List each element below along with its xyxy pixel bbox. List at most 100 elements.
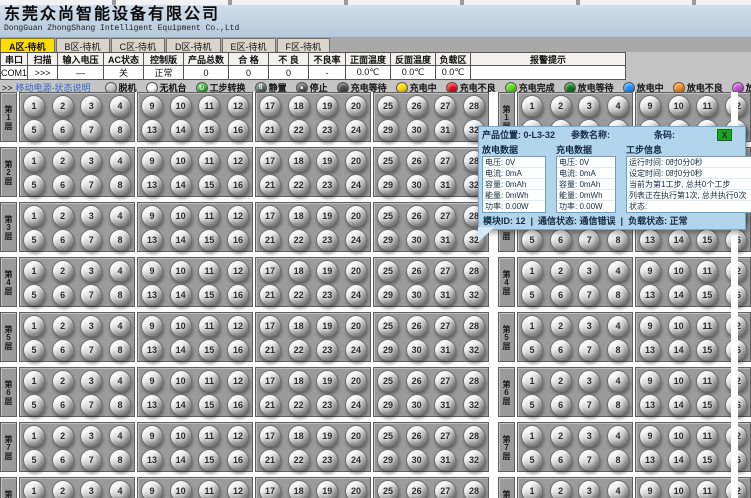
battery-cell[interactable]: 21: [259, 394, 281, 416]
battery-cell[interactable]: 5: [23, 119, 45, 141]
battery-cell[interactable]: 29: [377, 284, 399, 306]
battery-cell[interactable]: 27: [434, 205, 456, 227]
battery-cell[interactable]: 12: [227, 480, 249, 498]
battery-cell[interactable]: 2: [52, 425, 74, 447]
battery-cell[interactable]: 9: [141, 260, 163, 282]
battery-cell[interactable]: 4: [109, 370, 131, 392]
battery-cell[interactable]: 30: [406, 339, 428, 361]
battery-cell[interactable]: 26: [406, 425, 428, 447]
battery-cell[interactable]: 13: [639, 394, 661, 416]
battery-cell[interactable]: 3: [80, 425, 102, 447]
battery-cell[interactable]: 23: [316, 174, 338, 196]
battery-cell[interactable]: 15: [198, 394, 220, 416]
battery-cell[interactable]: 2: [550, 480, 572, 498]
battery-cell[interactable]: 18: [288, 205, 310, 227]
battery-cell[interactable]: 7: [80, 229, 102, 251]
battery-cell[interactable]: 12: [227, 205, 249, 227]
battery-cell[interactable]: 7: [80, 284, 102, 306]
battery-cell[interactable]: 21: [259, 339, 281, 361]
battery-cell[interactable]: 20: [345, 95, 367, 117]
battery-cell[interactable]: 5: [23, 174, 45, 196]
battery-cell[interactable]: 15: [198, 449, 220, 471]
battery-cell[interactable]: 2: [52, 95, 74, 117]
battery-cell[interactable]: 13: [141, 119, 163, 141]
battery-cell[interactable]: 10: [170, 260, 192, 282]
battery-cell[interactable]: 9: [639, 260, 661, 282]
battery-cell[interactable]: 6: [550, 284, 572, 306]
battery-cell[interactable]: 17: [259, 205, 281, 227]
battery-cell[interactable]: 4: [607, 425, 629, 447]
battery-cell[interactable]: 7: [578, 229, 600, 251]
battery-cell[interactable]: 9: [141, 205, 163, 227]
battery-cell[interactable]: 11: [696, 480, 718, 498]
battery-cell[interactable]: 25: [377, 150, 399, 172]
battery-cell[interactable]: 3: [578, 95, 600, 117]
battery-cell[interactable]: 11: [696, 260, 718, 282]
battery-cell[interactable]: 28: [463, 95, 485, 117]
battery-cell[interactable]: 16: [227, 394, 249, 416]
battery-cell[interactable]: 7: [80, 339, 102, 361]
tab-zone-d[interactable]: D区-待机: [166, 38, 221, 52]
battery-cell[interactable]: 31: [434, 339, 456, 361]
battery-cell[interactable]: 7: [578, 394, 600, 416]
battery-cell[interactable]: 9: [141, 315, 163, 337]
battery-cell[interactable]: 6: [52, 174, 74, 196]
battery-cell[interactable]: 21: [259, 229, 281, 251]
battery-cell[interactable]: 15: [198, 339, 220, 361]
battery-cell[interactable]: 1: [521, 260, 543, 282]
battery-cell[interactable]: 19: [316, 315, 338, 337]
battery-cell[interactable]: 1: [521, 480, 543, 498]
battery-cell[interactable]: 3: [80, 480, 102, 498]
battery-cell[interactable]: 9: [639, 425, 661, 447]
battery-cell[interactable]: 10: [170, 205, 192, 227]
battery-cell[interactable]: 12: [227, 370, 249, 392]
battery-cell[interactable]: 8: [109, 339, 131, 361]
battery-cell[interactable]: 11: [198, 315, 220, 337]
battery-cell[interactable]: 24: [345, 229, 367, 251]
battery-cell[interactable]: 30: [406, 174, 428, 196]
battery-cell[interactable]: 7: [578, 339, 600, 361]
battery-cell[interactable]: 17: [259, 480, 281, 498]
battery-cell[interactable]: 4: [607, 315, 629, 337]
battery-cell[interactable]: 24: [345, 449, 367, 471]
battery-cell[interactable]: 6: [52, 449, 74, 471]
battery-cell[interactable]: 14: [170, 119, 192, 141]
battery-cell[interactable]: 13: [141, 449, 163, 471]
battery-cell[interactable]: 17: [259, 315, 281, 337]
battery-cell[interactable]: 20: [345, 425, 367, 447]
battery-cell[interactable]: 30: [406, 284, 428, 306]
battery-cell[interactable]: 12: [227, 95, 249, 117]
battery-cell[interactable]: 19: [316, 95, 338, 117]
tab-zone-f[interactable]: F区-待机: [277, 38, 331, 52]
battery-cell[interactable]: 24: [345, 339, 367, 361]
battery-cell[interactable]: 13: [639, 449, 661, 471]
battery-cell[interactable]: 1: [23, 205, 45, 227]
battery-cell[interactable]: 26: [406, 150, 428, 172]
battery-cell[interactable]: 21: [259, 449, 281, 471]
battery-cell[interactable]: 14: [668, 394, 690, 416]
battery-cell[interactable]: 31: [434, 119, 456, 141]
battery-cell[interactable]: 5: [521, 394, 543, 416]
battery-cell[interactable]: 9: [141, 150, 163, 172]
battery-cell[interactable]: 25: [377, 205, 399, 227]
battery-cell[interactable]: 8: [109, 229, 131, 251]
tab-zone-c[interactable]: C区-待机: [111, 38, 166, 52]
battery-cell[interactable]: 9: [639, 370, 661, 392]
battery-cell[interactable]: 13: [141, 174, 163, 196]
battery-cell[interactable]: 11: [696, 95, 718, 117]
battery-cell[interactable]: 11: [198, 205, 220, 227]
battery-cell[interactable]: 13: [141, 394, 163, 416]
battery-cell[interactable]: 4: [109, 150, 131, 172]
battery-cell[interactable]: 14: [668, 229, 690, 251]
battery-cell[interactable]: 4: [607, 95, 629, 117]
battery-cell[interactable]: 2: [52, 150, 74, 172]
battery-cell[interactable]: 29: [377, 174, 399, 196]
battery-cell[interactable]: 6: [550, 394, 572, 416]
battery-cell[interactable]: 23: [316, 339, 338, 361]
battery-cell[interactable]: 4: [607, 480, 629, 498]
battery-cell[interactable]: 21: [259, 119, 281, 141]
battery-cell[interactable]: 31: [434, 449, 456, 471]
battery-cell[interactable]: 20: [345, 260, 367, 282]
battery-cell[interactable]: 9: [141, 480, 163, 498]
battery-cell[interactable]: 3: [80, 205, 102, 227]
